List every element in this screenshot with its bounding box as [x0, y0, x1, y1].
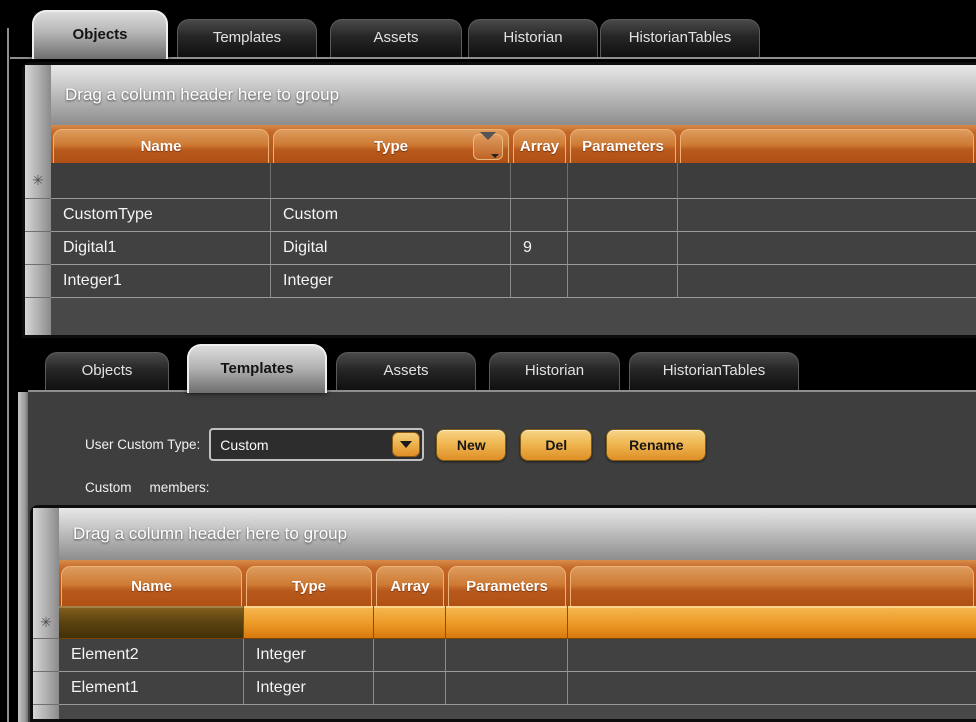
- cell-name[interactable]: CustomType: [51, 199, 271, 232]
- cell-name[interactable]: Digital1: [51, 232, 271, 265]
- cell-type[interactable]: Digital: [271, 232, 511, 265]
- cell-type[interactable]: Integer: [244, 639, 374, 672]
- bottom-tabstrip-divider: [28, 390, 976, 392]
- members-label: Custom members:: [85, 480, 210, 495]
- cell-type[interactable]: Integer: [271, 265, 511, 298]
- row-marker-strip: ✳: [25, 65, 51, 335]
- tab-assets-bottom[interactable]: Assets: [336, 352, 476, 390]
- cell-parameters[interactable]: [568, 232, 678, 265]
- cell-parameters[interactable]: [446, 639, 568, 672]
- selected-cell[interactable]: [59, 606, 244, 639]
- cell-name[interactable]: Element1: [59, 672, 244, 705]
- tab-templates-top[interactable]: Templates: [177, 19, 317, 57]
- cell-parameters[interactable]: [568, 265, 678, 298]
- filter-funnel-icon[interactable]: [473, 134, 503, 160]
- tab-historian-bottom[interactable]: Historian: [489, 352, 620, 390]
- window-left-border: [7, 28, 9, 722]
- cell-array[interactable]: [374, 672, 446, 705]
- new-button[interactable]: New: [436, 429, 506, 461]
- tab-assets-top[interactable]: Assets: [330, 19, 462, 57]
- cell-type[interactable]: Integer: [244, 672, 374, 705]
- user-custom-type-label: User Custom Type:: [85, 437, 200, 452]
- cell-type[interactable]: Custom: [271, 199, 511, 232]
- column-header-array[interactable]: Array: [376, 566, 444, 606]
- members-suffix: members:: [150, 480, 210, 495]
- row-marker[interactable]: [25, 265, 51, 298]
- tab-templates-bottom[interactable]: Templates: [187, 344, 327, 393]
- cell-array[interactable]: [511, 265, 568, 298]
- row-marker[interactable]: [33, 672, 59, 705]
- column-header-row: Name Type Array Parameters: [59, 560, 976, 606]
- grid-empty-area: [59, 705, 976, 719]
- row-marker[interactable]: [25, 232, 51, 265]
- grid-empty-area: [51, 298, 976, 335]
- tab-objects-top[interactable]: Objects: [32, 10, 168, 59]
- column-header-type[interactable]: Type: [246, 566, 372, 606]
- objects-grid: ✳ Drag a column header here to group Nam…: [22, 62, 976, 338]
- cell-array[interactable]: 9: [511, 232, 568, 265]
- templates-panel: User Custom Type: Custom New Del Rename …: [18, 392, 976, 722]
- chevron-down-icon[interactable]: [392, 432, 420, 457]
- group-by-drop-zone[interactable]: Drag a column header here to group: [51, 65, 976, 125]
- column-header-parameters[interactable]: Parameters: [448, 566, 566, 606]
- cell-name[interactable]: Integer1: [51, 265, 271, 298]
- del-button[interactable]: Del: [520, 429, 592, 461]
- cell-parameters[interactable]: [446, 672, 568, 705]
- cell-array[interactable]: [511, 199, 568, 232]
- table-row[interactable]: Integer1 Integer: [51, 265, 976, 298]
- table-row[interactable]: Digital1 Digital 9: [51, 232, 976, 265]
- column-header-name[interactable]: Name: [61, 566, 242, 606]
- tab-objects-bottom[interactable]: Objects: [45, 352, 169, 390]
- column-header-empty: [570, 566, 974, 606]
- row-marker-strip: ✳: [33, 508, 59, 719]
- new-row-marker-icon[interactable]: ✳: [25, 163, 51, 199]
- new-row[interactable]: [51, 163, 976, 199]
- members-grid: ✳ Drag a column header here to group Nam…: [30, 505, 976, 722]
- column-header-name[interactable]: Name: [53, 129, 269, 163]
- table-row[interactable]: CustomType Custom: [51, 199, 976, 232]
- new-row-marker-icon[interactable]: ✳: [33, 606, 59, 639]
- column-header-type[interactable]: Type: [273, 129, 509, 163]
- row-marker[interactable]: [33, 639, 59, 672]
- table-row[interactable]: Element1 Integer: [59, 672, 976, 705]
- panel-left-edge: [18, 392, 28, 722]
- rename-button[interactable]: Rename: [606, 429, 706, 461]
- table-row[interactable]: Element2 Integer: [59, 639, 976, 672]
- cell-name[interactable]: Element2: [59, 639, 244, 672]
- tab-historian-top[interactable]: Historian: [468, 19, 598, 57]
- dropdown-selected-value: Custom: [220, 437, 268, 453]
- column-header-empty: [680, 129, 974, 163]
- row-marker[interactable]: [25, 199, 51, 232]
- custom-type-dropdown[interactable]: Custom: [209, 428, 424, 461]
- tab-historiantables-bottom[interactable]: HistorianTables: [629, 352, 799, 390]
- column-header-type-label: Type: [374, 138, 408, 155]
- new-row-selected[interactable]: [59, 606, 976, 639]
- column-header-array[interactable]: Array: [513, 129, 566, 163]
- tab-historiantables-top[interactable]: HistorianTables: [600, 19, 760, 57]
- cell-array[interactable]: [374, 639, 446, 672]
- column-header-parameters[interactable]: Parameters: [570, 129, 676, 163]
- members-type-name: Custom: [85, 480, 132, 495]
- cell-parameters[interactable]: [568, 199, 678, 232]
- column-header-row: Name Type Array Parameters: [51, 125, 976, 163]
- group-by-drop-zone[interactable]: Drag a column header here to group: [59, 508, 976, 560]
